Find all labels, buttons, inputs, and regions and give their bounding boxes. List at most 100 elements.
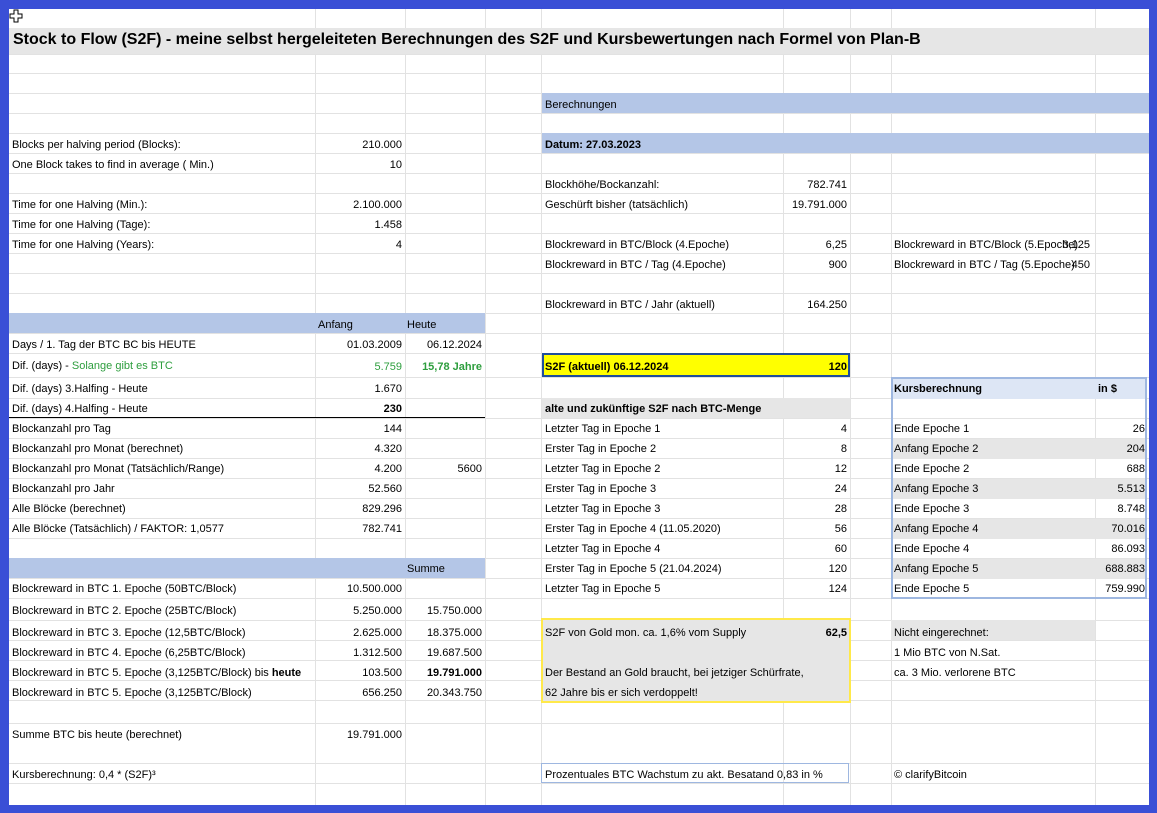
epoch-value: 1.312.500 xyxy=(353,647,402,659)
epoch-value: 10.500.000 xyxy=(346,583,402,595)
calc-value: 164.250 xyxy=(807,299,847,311)
nicht-header: Nicht eingerechnet: xyxy=(894,627,989,639)
berechnungen-title: Berechnungen xyxy=(545,99,617,111)
gold-text-2: 62 Jahre bis er sich verdoppelt! xyxy=(545,687,698,699)
epoch-sum: 19.687.500 xyxy=(426,647,482,659)
kurs-header: Kursberechnung xyxy=(894,383,983,395)
kurs-value: 8.748 xyxy=(1117,503,1145,515)
s2f-row-value: 12 xyxy=(834,463,847,475)
calc-value: 19.791.000 xyxy=(791,199,847,211)
kurs-value: 86.093 xyxy=(1111,543,1145,555)
cell-cursor-icon xyxy=(9,9,23,23)
kurs-label: Anfang Epoche 4 xyxy=(894,523,979,535)
s2f-row-value: 4 xyxy=(840,423,847,435)
halving-value: 1.458 xyxy=(374,219,402,231)
blocks-label: Blockanzahl pro Jahr xyxy=(12,483,115,495)
kurs-label: Anfang Epoche 2 xyxy=(894,443,979,455)
gold-label: S2F von Gold mon. ca. 1,6% vom Supply xyxy=(545,627,747,639)
dif-years: 15,78 Jahre xyxy=(422,361,482,373)
halving-value: 4 xyxy=(395,239,402,251)
dif-label: Dif. (days) - Solange gibt es BTC xyxy=(12,359,173,373)
kurs-label: Ende Epoche 1 xyxy=(894,423,970,435)
kurs-value: 688.883 xyxy=(1105,563,1145,575)
calc-label: Blockreward in BTC / Jahr (aktuell) xyxy=(545,299,715,311)
gold-value: 62,5 xyxy=(825,627,847,639)
s2f-row-label: Letzter Tag in Epoche 5 xyxy=(545,583,661,595)
kurs-value: 688 xyxy=(1126,463,1145,475)
epoch-value: 103.500 xyxy=(362,667,402,679)
spreadsheet: Stock to Flow (S2F) - meine selbst herge… xyxy=(9,9,1149,805)
s2f-row-label: Erster Tag in Epoche 4 (11.05.2020) xyxy=(545,523,721,535)
halfing3-value: 1.670 xyxy=(374,383,402,395)
blocks-value: 144 xyxy=(383,423,402,435)
s2f-value: 120 xyxy=(828,361,847,373)
s2f-row-label: Letzter Tag in Epoche 4 xyxy=(545,543,661,555)
kurs-value: 204 xyxy=(1126,443,1145,455)
blocks-label: Blockanzahl pro Monat (berechnet) xyxy=(12,443,184,455)
s2f-row-value: 24 xyxy=(834,483,847,495)
epoch-value: 656.250 xyxy=(362,687,402,699)
s2f-row-label: Erster Tag in Epoche 3 xyxy=(545,483,657,495)
epoch-label: Blockreward in BTC 5. Epoche (3,125BTC/B… xyxy=(12,666,301,680)
halving-value: 210.000 xyxy=(362,139,402,151)
blocks-label: Alle Blöcke (berechnet) xyxy=(12,503,126,515)
page-title: Stock to Flow (S2F) - meine selbst herge… xyxy=(13,31,921,48)
berechnungen-band xyxy=(542,93,1149,113)
calc-value: 782.741 xyxy=(807,179,847,191)
divider xyxy=(9,417,485,418)
kurs-label: Anfang Epoche 3 xyxy=(894,483,979,495)
epoch-label-bold: heute xyxy=(271,667,302,679)
kurs-label: Ende Epoche 3 xyxy=(894,503,970,515)
epoch-label-text: Blockreward in BTC 5. Epoche (3,125BTC/B… xyxy=(12,667,272,679)
s2f-row-value: 28 xyxy=(834,503,847,515)
right-value: 3,125 xyxy=(1062,239,1090,251)
kurs-unit: in $ xyxy=(1098,383,1117,395)
dif-value: 5.759 xyxy=(374,361,402,373)
nicht-row: ca. 3 Mio. verlorene BTC xyxy=(894,667,1016,679)
blocks-value: 4.200 xyxy=(374,463,402,475)
halving-label: Blocks per halving period (Blocks): xyxy=(12,139,181,151)
s2f-row-label: Erster Tag in Epoche 2 xyxy=(545,443,657,455)
epoch-label: Blockreward in BTC 3. Epoche (12,5BTC/Bl… xyxy=(12,627,246,639)
s2f-row-label: Letzter Tag in Epoche 1 xyxy=(545,423,661,435)
epoch-sum: 18.375.000 xyxy=(426,627,482,639)
s2f-row-label: Letzter Tag in Epoche 3 xyxy=(545,503,661,515)
s2f-label: S2F (aktuell) 06.12.2024 xyxy=(545,361,669,373)
halving-label: Time for one Halving (Min.): xyxy=(12,199,148,211)
copyright: © clarifyBitcoin xyxy=(894,769,967,781)
kursberechnung-formula: Kursberechnung: 0,4 * (S2F)³ xyxy=(12,769,156,781)
halving-label: One Block takes to find in average ( Min… xyxy=(12,159,214,171)
calc-value: 6,25 xyxy=(825,239,847,251)
calc-label: Geschürft bisher (tatsächlich) xyxy=(545,199,689,211)
summe-header: Summe xyxy=(407,563,445,575)
blocks-value: 829.296 xyxy=(362,503,402,515)
heute-header: Heute xyxy=(407,319,437,331)
s2f-row-value: 60 xyxy=(834,543,847,555)
s2f-header: alte und zukünftige S2F nach BTC-Menge xyxy=(545,403,762,415)
days-anfang: 01.03.2009 xyxy=(346,339,402,351)
nicht-row: 1 Mio BTC von N.Sat. xyxy=(894,647,1001,659)
s2f-row-label: Letzter Tag in Epoche 2 xyxy=(545,463,661,475)
blocks-value: 4.320 xyxy=(374,443,402,455)
s2f-row-value: 120 xyxy=(828,563,847,575)
blocks-label: Blockanzahl pro Monat (Tatsächlich/Range… xyxy=(12,463,225,475)
epoch-label: Blockreward in BTC 1. Epoche (50BTC/Bloc… xyxy=(12,583,237,595)
kurs-label: Ende Epoche 2 xyxy=(894,463,970,475)
calc-label: Blockreward in BTC/Block (4.Epoche) xyxy=(545,239,730,251)
blocks-label: Alle Blöcke (Tatsächlich) / FAKTOR: 1,05… xyxy=(12,523,224,535)
right-value: 450 xyxy=(1071,259,1090,271)
blocks-value: 782.741 xyxy=(362,523,402,535)
halfing4-value: 230 xyxy=(383,403,402,415)
dif-label-b: Solange gibt es BTC xyxy=(71,360,173,372)
epoch-label: Blockreward in BTC 2. Epoche (25BTC/Bloc… xyxy=(12,605,237,617)
calc-label: Blockhöhe/Bockanzahl: xyxy=(545,179,660,191)
epoch-sum: 20.343.750 xyxy=(426,687,482,699)
kurs-label: Ende Epoche 4 xyxy=(894,543,970,555)
epoch-sum: 15.750.000 xyxy=(426,605,482,617)
days-label: Days / 1. Tag der BTC BC bis HEUTE xyxy=(12,339,196,351)
calc-value: 900 xyxy=(828,259,847,271)
blocks-label: Blockanzahl pro Tag xyxy=(12,423,111,435)
wachstum-label: Prozentuales BTC Wachstum zu akt. Besata… xyxy=(545,769,823,781)
halfing3-label: Dif. (days) 3.Halfing - Heute xyxy=(12,383,148,395)
right-label: Blockreward in BTC / Tag (5.Epoche) xyxy=(894,259,1075,271)
